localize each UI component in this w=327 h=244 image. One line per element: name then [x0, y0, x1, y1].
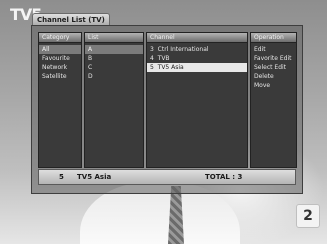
- channel-number: 5: [150, 64, 154, 71]
- category-panel[interactable]: Category All Favourite Network Satellite: [38, 32, 82, 168]
- operation-panel[interactable]: Operation Edit Favorite Edit Select Edit…: [250, 32, 297, 168]
- channel-panel[interactable]: Channel 3 Ctrl International 4 TVB 5 TV5…: [146, 32, 248, 168]
- category-item[interactable]: Network: [39, 63, 81, 72]
- channel-header: Channel: [147, 33, 247, 43]
- operation-item[interactable]: Favorite Edit: [251, 54, 296, 63]
- channel-number: 3: [150, 46, 154, 53]
- channel-name: TV5 Asia: [157, 64, 184, 71]
- list-item[interactable]: B: [85, 54, 143, 63]
- operation-item[interactable]: Select Edit: [251, 63, 296, 72]
- operation-item[interactable]: Edit: [251, 45, 296, 54]
- channel-number-badge: 2: [296, 204, 320, 228]
- list-item[interactable]: A: [85, 45, 143, 54]
- channel-number: 4: [150, 55, 154, 62]
- current-channel-number: 5: [59, 173, 64, 181]
- status-bar: 5 TV5 Asia TOTAL : 3: [38, 169, 296, 185]
- total-count: TOTAL : 3: [205, 173, 243, 181]
- operation-header: Operation: [251, 33, 296, 43]
- list-item[interactable]: C: [85, 63, 143, 72]
- channel-name: Ctrl International: [157, 46, 209, 53]
- category-item[interactable]: All: [39, 45, 81, 54]
- operation-item[interactable]: Delete: [251, 72, 296, 81]
- channel-row[interactable]: 4 TVB: [147, 54, 247, 63]
- list-panel[interactable]: List A B C D: [84, 32, 144, 168]
- category-item[interactable]: Favourite: [39, 54, 81, 63]
- list-header: List: [85, 33, 143, 43]
- channel-row-selected[interactable]: 5 TV5 Asia: [147, 63, 247, 72]
- channel-list-window: Category All Favourite Network Satellite…: [31, 25, 303, 194]
- operation-item[interactable]: Move: [251, 81, 296, 90]
- category-item[interactable]: Satellite: [39, 72, 81, 81]
- channel-row[interactable]: 3 Ctrl International: [147, 45, 247, 54]
- list-item[interactable]: D: [85, 72, 143, 81]
- current-channel-name: TV5 Asia: [77, 173, 112, 181]
- category-header: Category: [39, 33, 81, 43]
- channel-name: TVB: [157, 55, 170, 62]
